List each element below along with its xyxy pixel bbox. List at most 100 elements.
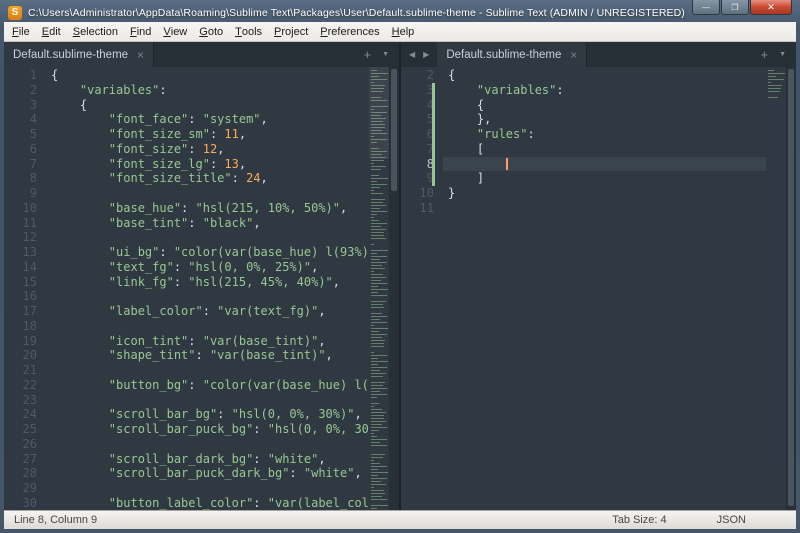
menu-find[interactable]: Find [124,22,157,41]
menu-help[interactable]: Help [386,22,421,41]
editor-workspace: Default.sublime-theme × + ▼ 123456789101… [4,42,796,510]
minimap-line [371,244,374,245]
minimap-line [371,487,374,488]
code-line: ] [443,171,766,186]
minimap-line [371,307,384,308]
gutter-left: 1234567891011121314151617181920212223242… [4,67,46,510]
menu-file[interactable]: File [6,22,36,41]
minimap-line [371,199,385,200]
minimap-line [371,322,387,323]
tab-close-icon[interactable]: × [137,49,144,61]
minimap-line [371,499,387,500]
editor-view-right[interactable]: 234567891011 { "variables": { }, "rules"… [401,67,796,510]
code-line: "variables": [46,83,369,98]
line-number: 17 [4,304,37,319]
code-line: { [443,98,766,113]
minimap-line [371,271,374,272]
tab-bar-left: Default.sublime-theme × + ▼ [4,42,399,67]
menu-view[interactable]: View [157,22,193,41]
tab-nav-back-icon[interactable]: ◀ [409,50,415,59]
tab-default-sublime-theme-right[interactable]: Default.sublime-theme × [437,42,587,67]
scrollbar-puck-left[interactable] [391,69,397,191]
minimap-line [371,337,382,338]
tab-close-icon[interactable]: × [570,49,577,61]
minimap-line [371,421,386,422]
minimap-line [768,82,771,83]
scrollbar-puck-right[interactable] [788,69,794,506]
menu-preferences[interactable]: Preferences [314,22,385,41]
minimap-line [371,418,384,419]
line-number: 3 [401,83,434,98]
tab-default-sublime-theme-left[interactable]: Default.sublime-theme × [4,42,154,67]
text-caret [506,158,508,170]
line-number: 24 [4,407,37,422]
menu-selection[interactable]: Selection [67,22,124,41]
minimap-line [371,163,374,164]
menu-goto[interactable]: Goto [193,22,229,41]
minimap-line [371,190,374,191]
line-number: 8 [401,157,434,172]
minimap-line [371,394,387,395]
code-area-left[interactable]: { "variables": { "font_face": "system", … [46,67,369,510]
tab-nav-forward-icon[interactable]: ▶ [423,50,429,59]
close-icon: ✕ [767,2,775,13]
minimap-line [371,181,377,182]
minimap-viewport[interactable] [369,67,389,159]
line-number: 28 [4,466,37,481]
minimap-line [371,226,381,227]
modified-line-marker [432,127,435,142]
minimap-line [371,208,380,209]
menu-edit[interactable]: Edit [36,22,67,41]
line-number: 5 [4,127,37,142]
line-number: 11 [4,216,37,231]
code-line: } [443,186,766,201]
syntax-indicator[interactable]: JSON [717,514,746,526]
line-number: 30 [4,496,37,511]
code-line: [ [443,142,766,157]
minimap-line [371,316,387,317]
line-number: 26 [4,437,37,452]
tab-overflow-icon[interactable]: ▼ [779,51,786,58]
minimap-line [371,403,379,404]
code-area-right[interactable]: { "variables": { }, "rules": [ ]} [443,67,766,510]
minimap-line [371,478,387,479]
line-number: 4 [401,98,434,113]
minimap-line [768,70,774,71]
line-number: 10 [401,186,434,201]
tab-size-indicator[interactable]: Tab Size: 4 [612,514,666,526]
tab-label: Default.sublime-theme [13,49,128,61]
maximize-button[interactable]: ❐ [721,0,749,15]
scrollbar-left[interactable] [389,67,399,510]
new-tab-icon[interactable]: + [760,48,768,61]
code-line [46,481,369,496]
minimap-left[interactable] [369,67,389,510]
minimap-line [371,445,387,446]
minimap-line [371,493,385,494]
tab-overflow-icon[interactable]: ▼ [382,51,389,58]
minimize-button[interactable]: — [692,0,720,15]
minimap-line [371,313,382,314]
line-number: 15 [4,275,37,290]
new-tab-icon[interactable]: + [363,48,371,61]
scrollbar-right[interactable] [786,67,796,510]
minimap-right[interactable] [766,67,786,510]
editor-view-left[interactable]: 1234567891011121314151617181920212223242… [4,67,399,510]
minimap-line [371,439,387,440]
code-line: "icon_tint": "var(base_tint)", [46,334,369,349]
close-button[interactable]: ✕ [750,0,792,15]
menu-project[interactable]: Project [268,22,314,41]
minimap-line [371,232,384,233]
minimap-line [371,202,383,203]
minimap-line [371,217,374,218]
menu-tools[interactable]: Tools [229,22,268,41]
minimap-line [371,259,380,260]
minimap-line [371,229,386,230]
minimap-line [371,346,384,347]
minimap-line [371,304,383,305]
modified-line-marker [432,171,435,186]
modified-line-marker [432,83,435,98]
minimap-line [371,442,380,443]
code-line [46,393,369,408]
minimap-line [371,277,386,278]
title-bar[interactable]: S C:\Users\Administrator\AppData\Roaming… [4,0,796,22]
